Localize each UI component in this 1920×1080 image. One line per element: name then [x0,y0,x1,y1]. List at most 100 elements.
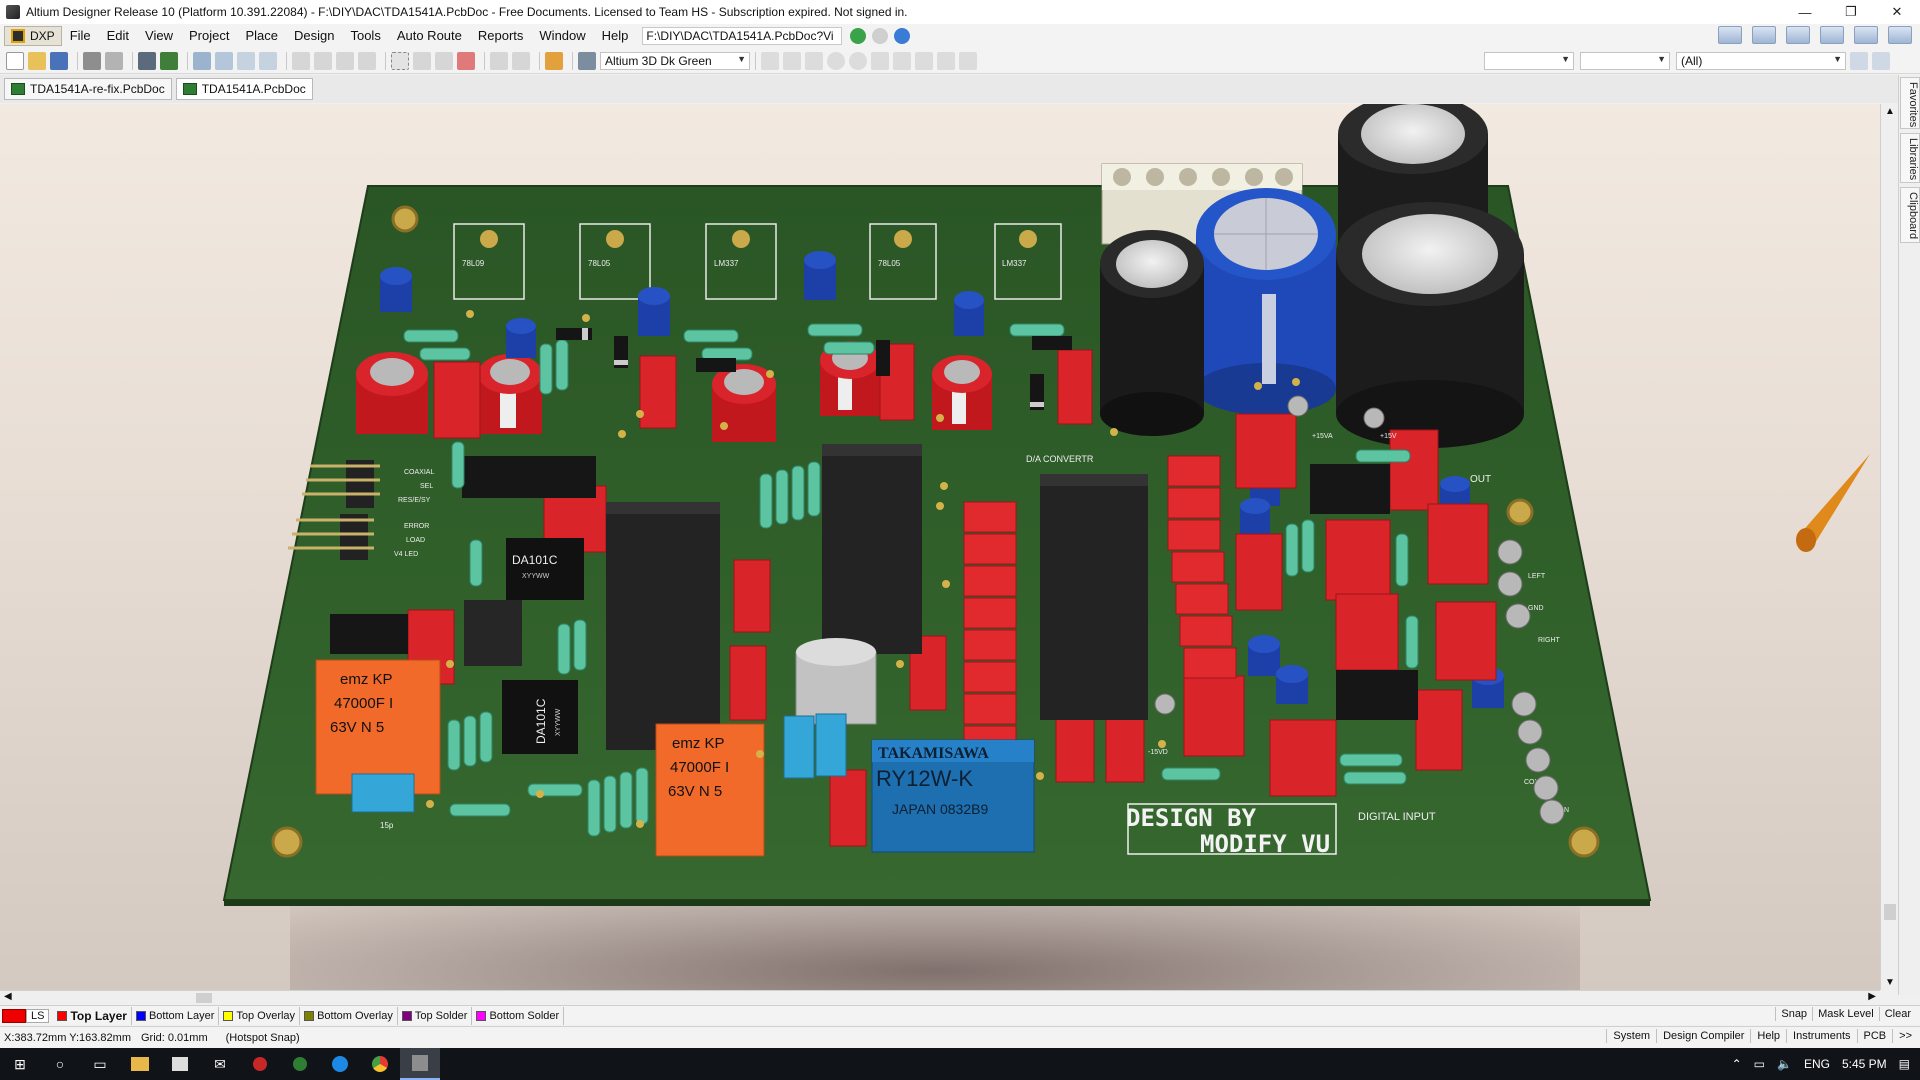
panels-icon[interactable] [1888,26,1912,44]
back-icon[interactable] [850,28,867,44]
zoom-selected-icon[interactable] [237,51,255,70]
chrome-icon[interactable] [360,1048,400,1080]
mask-level-button[interactable]: Mask Level [1812,1007,1879,1021]
rubber-stamp-icon[interactable] [358,51,376,70]
scroll-thumb[interactable] [1884,904,1896,920]
design-compiler-panel-button[interactable]: Design Compiler [1656,1029,1750,1043]
store-icon[interactable] [160,1048,200,1080]
layer-tab-top-solder[interactable]: Top Solder [398,1006,473,1025]
move-selection-icon[interactable] [435,51,453,70]
menu-view[interactable]: View [137,24,181,48]
zoom-area-icon[interactable] [215,51,233,70]
place-pad-icon[interactable] [827,51,845,70]
dxp-menu-button[interactable]: DXP [4,26,62,46]
menu-auto-route[interactable]: Auto Route [389,24,470,48]
interactive-route-icon[interactable] [761,51,779,70]
clear-filter-icon[interactable] [1872,51,1890,70]
layer-tab-bottom-overlay[interactable]: Bottom Overlay [300,1006,398,1025]
forward-icon[interactable] [872,28,889,44]
layer-tab-top-overlay[interactable]: Top Overlay [219,1006,301,1025]
help-panel-button[interactable]: Help [1750,1029,1786,1043]
polygon-icon[interactable] [915,51,933,70]
save-icon[interactable] [50,51,68,70]
media-app-icon[interactable] [240,1048,280,1080]
print-icon[interactable] [83,51,101,70]
view-configuration-select[interactable]: Altium 3D Dk Green ▼ [600,51,750,70]
menu-edit[interactable]: Edit [99,24,137,48]
layer-tab-top-layer[interactable]: Top Layer [53,1006,132,1025]
scroll-right-icon[interactable]: ▶ [1868,991,1876,1002]
document-path-field[interactable]: F:\DIY\DAC\TDA1541A.PcbDoc?Vi [642,27,843,45]
string-icon[interactable] [937,51,955,70]
volume-icon[interactable]: 🔈 [1777,1057,1792,1071]
diff-pair-icon[interactable] [783,51,801,70]
scroll-left-icon[interactable]: ◀ [4,991,12,1002]
menu-project[interactable]: Project [181,24,237,48]
restore-button[interactable]: ❐ [1828,0,1874,24]
minimize-button[interactable]: — [1782,0,1828,24]
menu-help[interactable]: Help [594,24,637,48]
system-panel-button[interactable]: System [1606,1029,1656,1043]
select-area-icon[interactable] [391,51,409,70]
align-icon[interactable] [1820,26,1844,44]
home-icon[interactable] [894,28,911,44]
scroll-thumb[interactable] [196,993,212,1003]
zoom-filter-icon[interactable] [259,51,277,70]
menu-design[interactable]: Design [286,24,342,48]
zoom-fit-icon[interactable] [193,51,211,70]
grid-icon[interactable] [1854,26,1878,44]
layer-tab-bottom-solder[interactable]: Bottom Solder [472,1006,565,1025]
altium-taskbar-icon[interactable] [400,1048,440,1080]
component-icon[interactable] [959,51,977,70]
filter-icon[interactable] [1752,26,1776,44]
paste-icon[interactable] [336,51,354,70]
search-icon[interactable]: ○ [40,1048,80,1080]
net-filter-select[interactable]: ▼ [1484,51,1574,70]
select-icon[interactable] [1786,26,1810,44]
cut-icon[interactable] [292,51,310,70]
clock[interactable]: 5:45 PM [1842,1057,1887,1071]
clear-button[interactable]: Clear [1878,1007,1916,1021]
print-preview-icon[interactable] [105,51,123,70]
pcb-3d-viewport[interactable]: 78L09 78L05 LM337 78L05 LM337 DA101C XYY… [0,104,1880,990]
deselect-icon[interactable] [457,51,475,70]
menu-window[interactable]: Window [531,24,593,48]
tray-chevron-icon[interactable]: ⌃ [1732,1057,1742,1071]
scroll-up-icon[interactable]: ▲ [1885,106,1895,117]
all-filter-select[interactable]: (All) ▼ [1676,51,1846,70]
close-button[interactable]: ✕ [1874,0,1920,24]
libraries-panel-tab[interactable]: Libraries [1900,133,1920,183]
arc-icon[interactable] [871,51,889,70]
input-language[interactable]: ENG [1804,1057,1830,1071]
place-via-icon[interactable] [849,51,867,70]
mail-icon[interactable]: ✉ [200,1048,240,1080]
multi-route-icon[interactable] [805,51,823,70]
favorites-panel-tab[interactable]: Favorites [1900,77,1920,129]
3d-view-icon[interactable] [138,51,156,70]
menu-reports[interactable]: Reports [470,24,532,48]
open-icon[interactable] [28,51,46,70]
xbox-icon[interactable] [280,1048,320,1080]
file-explorer-icon[interactable] [120,1048,160,1080]
cross-probe-icon[interactable] [545,51,563,70]
new-icon[interactable] [6,51,24,70]
redo-icon[interactable] [512,51,530,70]
notifications-icon[interactable]: ▤ [1899,1057,1910,1071]
instruments-panel-button[interactable]: Instruments [1786,1029,1856,1043]
edge-icon[interactable] [320,1048,360,1080]
undo-icon[interactable] [490,51,508,70]
menu-place[interactable]: Place [237,24,286,48]
layer-set-button[interactable]: LS [26,1008,50,1023]
apply-filter-icon[interactable] [1850,51,1868,70]
more-panels-button[interactable]: >> [1892,1029,1918,1043]
network-icon[interactable]: ▭ [1754,1057,1765,1071]
tab-tda1541a-re-fix[interactable]: TDA1541A-re-fix.PcbDoc [4,78,172,100]
class-filter-select[interactable]: ▼ [1580,51,1670,70]
clipboard-panel-tab[interactable]: Clipboard [1900,187,1920,243]
layer-tab-bottom-layer[interactable]: Bottom Layer [132,1006,220,1025]
current-layer-swatch[interactable] [2,1008,26,1023]
fill-icon[interactable] [893,51,911,70]
snap-button[interactable]: Snap [1775,1007,1812,1021]
task-view-icon[interactable]: ▭ [80,1048,120,1080]
browse-icon[interactable] [578,51,596,70]
